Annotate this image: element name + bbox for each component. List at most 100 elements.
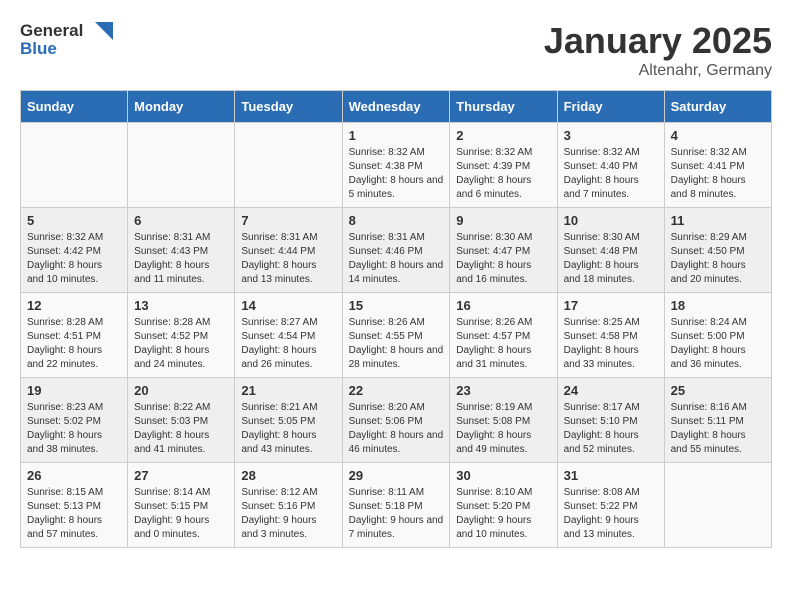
day-number: 19 [27,383,121,398]
day-info: Sunrise: 8:31 AMSunset: 4:46 PMDaylight:… [349,231,444,287]
table-row: 18 Sunrise: 8:24 AMSunset: 5:00 PMDaylig… [664,293,771,378]
table-row: 7 Sunrise: 8:31 AMSunset: 4:44 PMDayligh… [235,208,342,293]
table-row: 4 Sunrise: 8:32 AMSunset: 4:41 PMDayligh… [664,123,771,208]
table-row: 9 Sunrise: 8:30 AMSunset: 4:47 PMDayligh… [450,208,557,293]
day-number: 10 [564,213,658,228]
table-row: 8 Sunrise: 8:31 AMSunset: 4:46 PMDayligh… [342,208,450,293]
day-number: 27 [134,468,228,483]
table-row: 26 Sunrise: 8:15 AMSunset: 5:13 PMDaylig… [21,463,128,548]
table-row: 5 Sunrise: 8:32 AMSunset: 4:42 PMDayligh… [21,208,128,293]
table-row: 23 Sunrise: 8:19 AMSunset: 5:08 PMDaylig… [450,378,557,463]
day-number: 14 [241,298,335,313]
table-row: 17 Sunrise: 8:25 AMSunset: 4:58 PMDaylig… [557,293,664,378]
day-number: 20 [134,383,228,398]
table-row: 11 Sunrise: 8:29 AMSunset: 4:50 PMDaylig… [664,208,771,293]
day-info: Sunrise: 8:14 AMSunset: 5:15 PMDaylight:… [134,486,228,542]
header-friday: Friday [557,91,664,123]
table-row [235,123,342,208]
page-header: General Blue January 2025 Altenahr, Germ… [20,20,772,80]
day-info: Sunrise: 8:32 AMSunset: 4:41 PMDaylight:… [671,146,765,202]
day-info: Sunrise: 8:32 AMSunset: 4:42 PMDaylight:… [27,231,121,287]
day-info: Sunrise: 8:20 AMSunset: 5:06 PMDaylight:… [349,401,444,457]
day-number: 15 [349,298,444,313]
day-number: 1 [349,128,444,143]
day-number: 11 [671,213,765,228]
day-info: Sunrise: 8:26 AMSunset: 4:57 PMDaylight:… [456,316,550,372]
calendar-week-row: 12 Sunrise: 8:28 AMSunset: 4:51 PMDaylig… [21,293,772,378]
table-row [664,463,771,548]
day-info: Sunrise: 8:19 AMSunset: 5:08 PMDaylight:… [456,401,550,457]
day-info: Sunrise: 8:27 AMSunset: 4:54 PMDaylight:… [241,316,335,372]
logo-arrow-icon [85,20,113,42]
table-row: 14 Sunrise: 8:27 AMSunset: 4:54 PMDaylig… [235,293,342,378]
header-tuesday: Tuesday [235,91,342,123]
table-row: 2 Sunrise: 8:32 AMSunset: 4:39 PMDayligh… [450,123,557,208]
day-info: Sunrise: 8:11 AMSunset: 5:18 PMDaylight:… [349,486,444,542]
day-info: Sunrise: 8:29 AMSunset: 4:50 PMDaylight:… [671,231,765,287]
logo-general: General [20,22,83,41]
day-info: Sunrise: 8:24 AMSunset: 5:00 PMDaylight:… [671,316,765,372]
day-info: Sunrise: 8:15 AMSunset: 5:13 PMDaylight:… [27,486,121,542]
day-number: 28 [241,468,335,483]
day-number: 23 [456,383,550,398]
table-row: 28 Sunrise: 8:12 AMSunset: 5:16 PMDaylig… [235,463,342,548]
day-number: 29 [349,468,444,483]
table-row: 6 Sunrise: 8:31 AMSunset: 4:43 PMDayligh… [128,208,235,293]
table-row: 15 Sunrise: 8:26 AMSunset: 4:55 PMDaylig… [342,293,450,378]
calendar-week-row: 19 Sunrise: 8:23 AMSunset: 5:02 PMDaylig… [21,378,772,463]
day-info: Sunrise: 8:31 AMSunset: 4:43 PMDaylight:… [134,231,228,287]
day-number: 8 [349,213,444,228]
day-info: Sunrise: 8:31 AMSunset: 4:44 PMDaylight:… [241,231,335,287]
day-info: Sunrise: 8:30 AMSunset: 4:47 PMDaylight:… [456,231,550,287]
table-row: 27 Sunrise: 8:14 AMSunset: 5:15 PMDaylig… [128,463,235,548]
header-wednesday: Wednesday [342,91,450,123]
table-row: 21 Sunrise: 8:21 AMSunset: 5:05 PMDaylig… [235,378,342,463]
table-row: 22 Sunrise: 8:20 AMSunset: 5:06 PMDaylig… [342,378,450,463]
day-number: 31 [564,468,658,483]
table-row: 10 Sunrise: 8:30 AMSunset: 4:48 PMDaylig… [557,208,664,293]
day-info: Sunrise: 8:21 AMSunset: 5:05 PMDaylight:… [241,401,335,457]
day-info: Sunrise: 8:26 AMSunset: 4:55 PMDaylight:… [349,316,444,372]
day-info: Sunrise: 8:23 AMSunset: 5:02 PMDaylight:… [27,401,121,457]
day-info: Sunrise: 8:16 AMSunset: 5:11 PMDaylight:… [671,401,765,457]
table-row: 13 Sunrise: 8:28 AMSunset: 4:52 PMDaylig… [128,293,235,378]
table-row: 30 Sunrise: 8:10 AMSunset: 5:20 PMDaylig… [450,463,557,548]
calendar-header-row: Sunday Monday Tuesday Wednesday Thursday… [21,91,772,123]
header-thursday: Thursday [450,91,557,123]
day-number: 21 [241,383,335,398]
title-block: January 2025 Altenahr, Germany [544,20,772,80]
table-row: 31 Sunrise: 8:08 AMSunset: 5:22 PMDaylig… [557,463,664,548]
day-number: 26 [27,468,121,483]
calendar-table: Sunday Monday Tuesday Wednesday Thursday… [20,90,772,548]
day-number: 25 [671,383,765,398]
day-info: Sunrise: 8:22 AMSunset: 5:03 PMDaylight:… [134,401,228,457]
day-number: 2 [456,128,550,143]
header-sunday: Sunday [21,91,128,123]
header-monday: Monday [128,91,235,123]
day-info: Sunrise: 8:32 AMSunset: 4:40 PMDaylight:… [564,146,658,202]
calendar-week-row: 26 Sunrise: 8:15 AMSunset: 5:13 PMDaylig… [21,463,772,548]
day-info: Sunrise: 8:17 AMSunset: 5:10 PMDaylight:… [564,401,658,457]
calendar-week-row: 5 Sunrise: 8:32 AMSunset: 4:42 PMDayligh… [21,208,772,293]
day-number: 16 [456,298,550,313]
table-row: 1 Sunrise: 8:32 AMSunset: 4:38 PMDayligh… [342,123,450,208]
day-number: 4 [671,128,765,143]
day-number: 24 [564,383,658,398]
logo: General Blue [20,20,113,59]
day-number: 13 [134,298,228,313]
day-info: Sunrise: 8:30 AMSunset: 4:48 PMDaylight:… [564,231,658,287]
day-number: 30 [456,468,550,483]
day-number: 17 [564,298,658,313]
table-row: 24 Sunrise: 8:17 AMSunset: 5:10 PMDaylig… [557,378,664,463]
table-row: 16 Sunrise: 8:26 AMSunset: 4:57 PMDaylig… [450,293,557,378]
day-number: 3 [564,128,658,143]
day-info: Sunrise: 8:08 AMSunset: 5:22 PMDaylight:… [564,486,658,542]
table-row [128,123,235,208]
day-number: 18 [671,298,765,313]
month-year-title: January 2025 [544,20,772,62]
logo-blue: Blue [20,40,113,59]
day-info: Sunrise: 8:32 AMSunset: 4:38 PMDaylight:… [349,146,444,202]
day-info: Sunrise: 8:12 AMSunset: 5:16 PMDaylight:… [241,486,335,542]
header-saturday: Saturday [664,91,771,123]
day-number: 7 [241,213,335,228]
